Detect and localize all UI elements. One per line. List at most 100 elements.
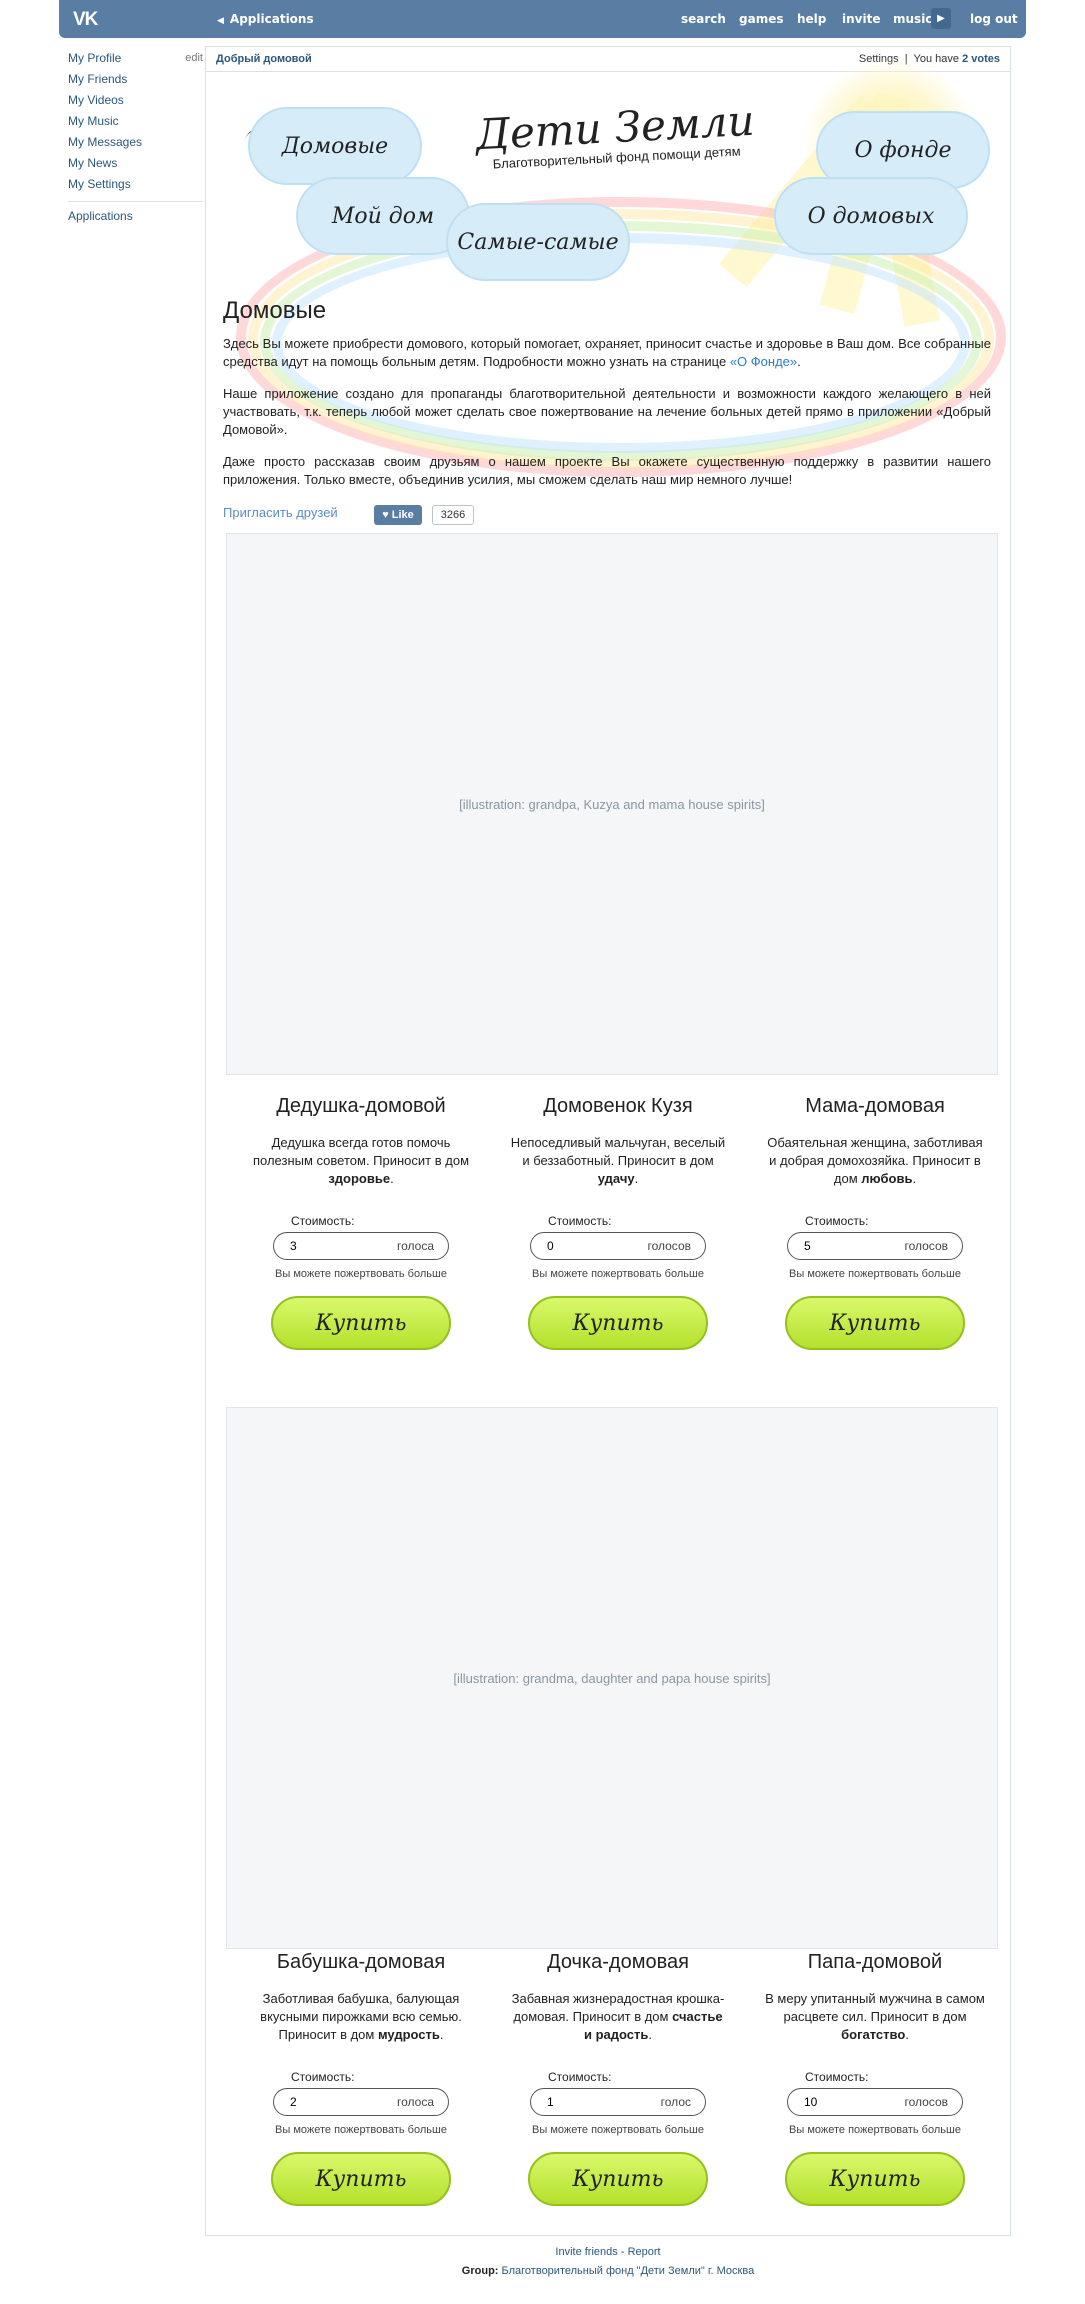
buy-button[interactable]: Купить bbox=[528, 1296, 708, 1350]
card-name: Папа-домовой bbox=[807, 1951, 943, 1973]
nav-games[interactable]: games bbox=[739, 12, 783, 26]
footer-group-link[interactable]: Благотворительный фонд "Дети Земли" г. М… bbox=[502, 2265, 755, 2277]
desc-text: Дедушка всегда готов помочь полезным сов… bbox=[252, 1135, 470, 1168]
price-field[interactable]: голосов bbox=[787, 2088, 963, 2116]
price-field[interactable]: голосов bbox=[787, 1232, 963, 1260]
top-bar: VK ◀ Applications search games help invit… bbox=[59, 0, 1026, 38]
invite-friends-link[interactable]: Пригласить друзей bbox=[223, 505, 338, 520]
card-description: В меру упитанный мужчина в самом расцвет… bbox=[765, 1990, 985, 2044]
app-banner: Дети Земли Благотворительный фонд помощи… bbox=[226, 57, 1006, 477]
price-field[interactable]: голосов bbox=[530, 1232, 706, 1260]
desc-bold: удачу bbox=[597, 1171, 635, 1186]
like-button[interactable]: ♥ Like bbox=[374, 505, 422, 525]
card-description: Забавная жизнерадостная крошка-домовая. … bbox=[508, 1990, 728, 2044]
price-label: Стоимость: bbox=[548, 2070, 612, 2084]
price-unit: голоса bbox=[396, 2095, 434, 2109]
left-sidebar: My Profile edit My Friends My Videos My … bbox=[68, 48, 203, 227]
donate-more-hint: Вы можете пожертвовать больше bbox=[275, 2124, 447, 2136]
buy-button[interactable]: Купить bbox=[271, 1296, 451, 1350]
intro-paragraph-1: Здесь Вы можете приобрести домового, кот… bbox=[223, 335, 991, 371]
menu-cloud-best[interactable]: Самые-самые bbox=[446, 203, 630, 281]
footer-invite-friends-link[interactable]: Invite friends bbox=[555, 2246, 617, 2258]
sidebar-item-my-friends[interactable]: My Friends bbox=[68, 69, 203, 90]
nav-log-out[interactable]: log out bbox=[970, 12, 1018, 26]
desc-bold: здоровье bbox=[328, 1171, 391, 1186]
section-heading: Домовые bbox=[223, 297, 327, 324]
price-input[interactable] bbox=[545, 1238, 619, 1254]
app-title[interactable]: Добрый домовой bbox=[216, 53, 312, 65]
desc-bold: богатство bbox=[841, 2027, 906, 2042]
sidebar-item-my-news[interactable]: My News bbox=[68, 153, 203, 174]
sidebar-item-my-messages[interactable]: My Messages bbox=[68, 132, 203, 153]
price-input[interactable] bbox=[802, 1238, 876, 1254]
price-unit: голос bbox=[660, 2095, 691, 2109]
card-name: Бабушка-домовая bbox=[276, 1951, 446, 1973]
sidebar-item-my-settings[interactable]: My Settings bbox=[68, 174, 203, 195]
price-unit: голоса bbox=[396, 1239, 434, 1253]
nav-help[interactable]: help bbox=[797, 12, 826, 26]
sidebar-item-my-videos[interactable]: My Videos bbox=[68, 90, 203, 111]
desc-text: Непоседливый мальчуган, веселый и беззаб… bbox=[510, 1135, 726, 1168]
nav-search[interactable]: search bbox=[681, 12, 726, 26]
price-field[interactable]: голос bbox=[530, 2088, 706, 2116]
card-grandpa: Дедушка-домовой Дедушка всегда готов пом… bbox=[251, 1095, 471, 1350]
buy-button[interactable]: Купить bbox=[528, 2152, 708, 2206]
about-fund-link[interactable]: «О Фонде» bbox=[730, 354, 797, 369]
card-name: Домовенок Кузя bbox=[543, 1095, 693, 1117]
desc-bold: мудрость bbox=[377, 2027, 440, 2042]
footer-report-link[interactable]: Report bbox=[628, 2246, 661, 2258]
applications-back-link[interactable]: ◀ Applications bbox=[217, 12, 314, 26]
donate-more-hint: Вы можете пожертвовать больше bbox=[789, 2124, 961, 2136]
card-description: Обаятельная женщина, заботливая и добрая… bbox=[765, 1134, 985, 1188]
price-label: Стоимость: bbox=[291, 1214, 355, 1228]
footer-links: Invite friends - Report bbox=[205, 2246, 1011, 2258]
votes-count: 2 votes bbox=[962, 53, 1000, 65]
card-name: Мама-домовая bbox=[805, 1095, 945, 1117]
card-daughter: Дочка-домовая Забавная жизнерадостная кр… bbox=[508, 1951, 728, 2206]
music-play-icon[interactable]: ▶ bbox=[931, 8, 951, 29]
card-kuzya: Домовенок Кузя Непоседливый мальчуган, в… bbox=[508, 1095, 728, 1350]
price-label: Стоимость: bbox=[805, 1214, 869, 1228]
buy-button[interactable]: Купить bbox=[785, 2152, 965, 2206]
intro-p1-end: . bbox=[797, 354, 801, 369]
nav-music[interactable]: music bbox=[893, 12, 932, 26]
intro-paragraph-3: Даже просто рассказав своим друзьям о на… bbox=[223, 454, 991, 487]
price-input[interactable] bbox=[288, 2094, 362, 2110]
desc-end: . bbox=[905, 2027, 909, 2042]
sidebar-item-applications[interactable]: Applications bbox=[68, 206, 203, 227]
footer-separator: - bbox=[617, 2246, 628, 2258]
vk-logo-icon[interactable]: VK bbox=[73, 9, 105, 30]
donate-more-hint: Вы можете пожертвовать больше bbox=[789, 1268, 961, 1280]
price-unit: голосов bbox=[904, 1239, 948, 1253]
desc-text: В меру упитанный мужчина в самом расцвет… bbox=[765, 1991, 985, 2024]
buy-button[interactable]: Купить bbox=[785, 1296, 965, 1350]
price-input[interactable] bbox=[802, 2094, 876, 2110]
menu-cloud-my-home[interactable]: Мой дом bbox=[296, 177, 470, 255]
heart-icon: ♥ bbox=[382, 509, 389, 521]
back-arrow-icon: ◀ bbox=[217, 16, 224, 26]
menu-cloud-domovye[interactable]: Домовые bbox=[248, 107, 422, 185]
desc-bold: любовь bbox=[861, 1171, 913, 1186]
card-description: Дедушка всегда готов помочь полезным сов… bbox=[251, 1134, 471, 1188]
illustration-group-1: [illustration: grandpa, Kuzya and mama h… bbox=[226, 533, 998, 1075]
card-description: Непоседливый мальчуган, веселый и беззаб… bbox=[508, 1134, 728, 1188]
buy-button[interactable]: Купить bbox=[271, 2152, 451, 2206]
donate-more-hint: Вы можете пожертвовать больше bbox=[532, 1268, 704, 1280]
price-input[interactable] bbox=[545, 2094, 619, 2110]
desc-end: . bbox=[912, 1171, 917, 1186]
sidebar-item-my-profile[interactable]: My Profile bbox=[68, 48, 203, 69]
brand-logo[interactable]: Дети Земли Благотворительный фонд помощи… bbox=[475, 96, 757, 173]
price-field[interactable]: голоса bbox=[273, 2088, 449, 2116]
sidebar-item-my-music[interactable]: My Music bbox=[68, 111, 203, 132]
menu-cloud-about-domovye[interactable]: О домовых bbox=[774, 177, 968, 255]
card-description: Заботливая бабушка, балующая вкусными пи… bbox=[251, 1990, 471, 2044]
desc-end: . bbox=[390, 1171, 394, 1186]
price-field[interactable]: голоса bbox=[273, 1232, 449, 1260]
intro-paragraph-2: Наше приложение создано для пропаганды б… bbox=[223, 386, 991, 437]
edit-profile-link[interactable]: edit bbox=[185, 48, 203, 69]
applications-label: Applications bbox=[229, 12, 314, 26]
desc-end: . bbox=[439, 2027, 444, 2042]
nav-invite[interactable]: invite bbox=[842, 12, 880, 26]
card-grandma: Бабушка-домовая Заботливая бабушка, балу… bbox=[251, 1951, 471, 2206]
price-input[interactable] bbox=[288, 1238, 362, 1254]
